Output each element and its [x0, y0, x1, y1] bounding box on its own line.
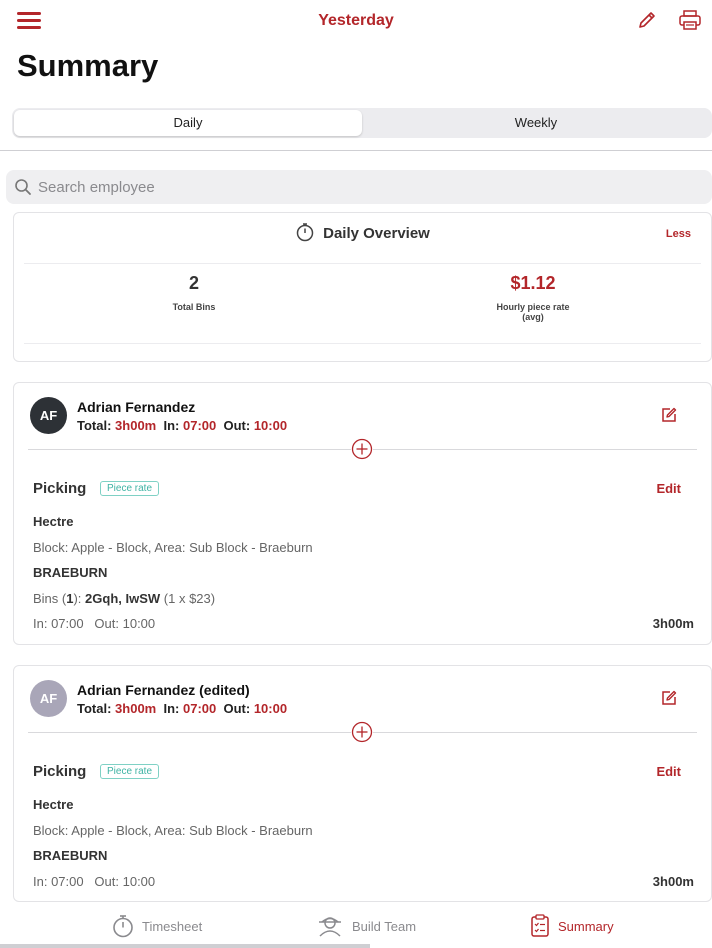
tab-weekly[interactable]: Weekly [362, 110, 710, 136]
tab-daily[interactable]: Daily [14, 110, 362, 136]
edit-employee-icon[interactable] [661, 407, 677, 423]
total-value: 3h00m [115, 701, 157, 716]
hourly-rate-value: $1.12 [510, 273, 556, 293]
hourly-rate-stat: $1.12 Hourly piece rate (avg) [433, 273, 633, 322]
task-edit-button[interactable]: Edit [656, 481, 681, 496]
bins-suffix: ): [73, 591, 82, 606]
out-label: Out: [223, 418, 251, 433]
in-value: 07:00 [183, 418, 217, 433]
divider [0, 150, 712, 151]
page-title: Summary [17, 48, 159, 83]
avatar: AF [30, 680, 67, 717]
out-label: Out: [223, 701, 251, 716]
task-edit-button[interactable]: Edit [656, 764, 681, 779]
in-label: In: [163, 701, 180, 716]
total-value: 3h00m [115, 418, 157, 433]
add-task-icon[interactable] [351, 721, 373, 743]
out-value: 10:00 [253, 701, 288, 716]
piece-rate-badge: Piece rate [100, 764, 160, 779]
search-bar [6, 170, 712, 204]
employee-times: Total: 3h00m In: 07:00 Out: 10:00 [77, 701, 287, 716]
home-indicator [0, 944, 370, 948]
bins-detail: (1 x $23) [163, 591, 216, 606]
task-duration: 3h00m [652, 616, 694, 631]
divider [24, 263, 701, 264]
tab-summary[interactable]: Summary [530, 914, 614, 938]
tab-build-team-label: Build Team [352, 918, 417, 934]
employee-name: Adrian Fernandez (edited) [77, 682, 250, 698]
date-title[interactable]: Yesterday [0, 12, 712, 30]
overview-less-toggle[interactable]: Less [666, 228, 691, 240]
total-bins-stat: 2 Total Bins [94, 273, 294, 312]
divider [24, 343, 701, 344]
task-location: Hectre [33, 797, 74, 812]
pencil-icon[interactable] [636, 9, 658, 31]
team-icon [319, 917, 341, 937]
period-segmented-control: Daily Weekly [12, 108, 712, 138]
in-value: 07:00 [183, 701, 217, 716]
checklist-icon [531, 914, 549, 937]
tab-build-team[interactable]: Build Team [316, 914, 416, 938]
stopwatch-icon [113, 915, 133, 938]
task-location: Hectre [33, 514, 74, 529]
out-value: 10:00 [253, 418, 288, 433]
task-title: Picking [33, 480, 87, 497]
add-task-icon[interactable] [351, 438, 373, 460]
in-label: In: [163, 418, 180, 433]
total-bins-label: Total Bins [172, 302, 216, 312]
employee-card: AF Adrian Fernandez (edited) Total: 3h00… [13, 665, 712, 902]
task-bins: Bins (1): 2Gqh, IwSW (1 x $23) [33, 591, 215, 606]
hourly-rate-label: Hourly piece rate (avg) [433, 302, 633, 322]
task-times: In: 07:00 Out: 10:00 [33, 616, 156, 631]
tab-timesheet-label: Timesheet [142, 918, 203, 934]
task-times: In: 07:00 Out: 10:00 [33, 874, 156, 889]
search-input[interactable] [38, 178, 678, 196]
bins-codes: 2Gqh, IwSW [85, 591, 161, 606]
daily-overview-card: Daily Overview Less 2 Total Bins $1.12 H… [13, 212, 712, 362]
hourly-rate-label-line2: (avg) [522, 312, 544, 322]
task-variety: BRAEBURN [33, 848, 108, 863]
task-variety: BRAEBURN [33, 565, 108, 580]
task-block: Block: Apple - Block, Area: Sub Block - … [33, 823, 313, 838]
top-bar: Yesterday [0, 0, 712, 44]
search-icon [15, 179, 31, 195]
bins-prefix: Bins ( [33, 591, 67, 606]
edit-employee-icon[interactable] [661, 690, 677, 706]
employee-name: Adrian Fernandez [77, 399, 196, 415]
avatar: AF [30, 397, 67, 434]
total-bins-value: 2 [188, 273, 199, 293]
task-block: Block: Apple - Block, Area: Sub Block - … [33, 540, 313, 555]
total-label: Total: [77, 701, 112, 716]
printer-icon[interactable] [678, 9, 702, 31]
tab-timesheet[interactable]: Timesheet [112, 914, 202, 938]
task-duration: 3h00m [652, 874, 694, 889]
hourly-rate-label-line1: Hourly piece rate [496, 302, 570, 312]
employee-card: AF Adrian Fernandez Total: 3h00m In: 07:… [13, 382, 712, 645]
total-label: Total: [77, 418, 112, 433]
overview-title: Daily Overview [323, 225, 430, 242]
employee-times: Total: 3h00m In: 07:00 Out: 10:00 [77, 418, 287, 433]
overview-header: Daily Overview [14, 223, 711, 242]
task-title: Picking [33, 763, 87, 780]
piece-rate-badge: Piece rate [100, 481, 160, 496]
tab-summary-label: Summary [558, 918, 614, 934]
bottom-tab-bar: Timesheet Build Team Summary [0, 906, 712, 948]
stopwatch-icon [296, 223, 314, 242]
